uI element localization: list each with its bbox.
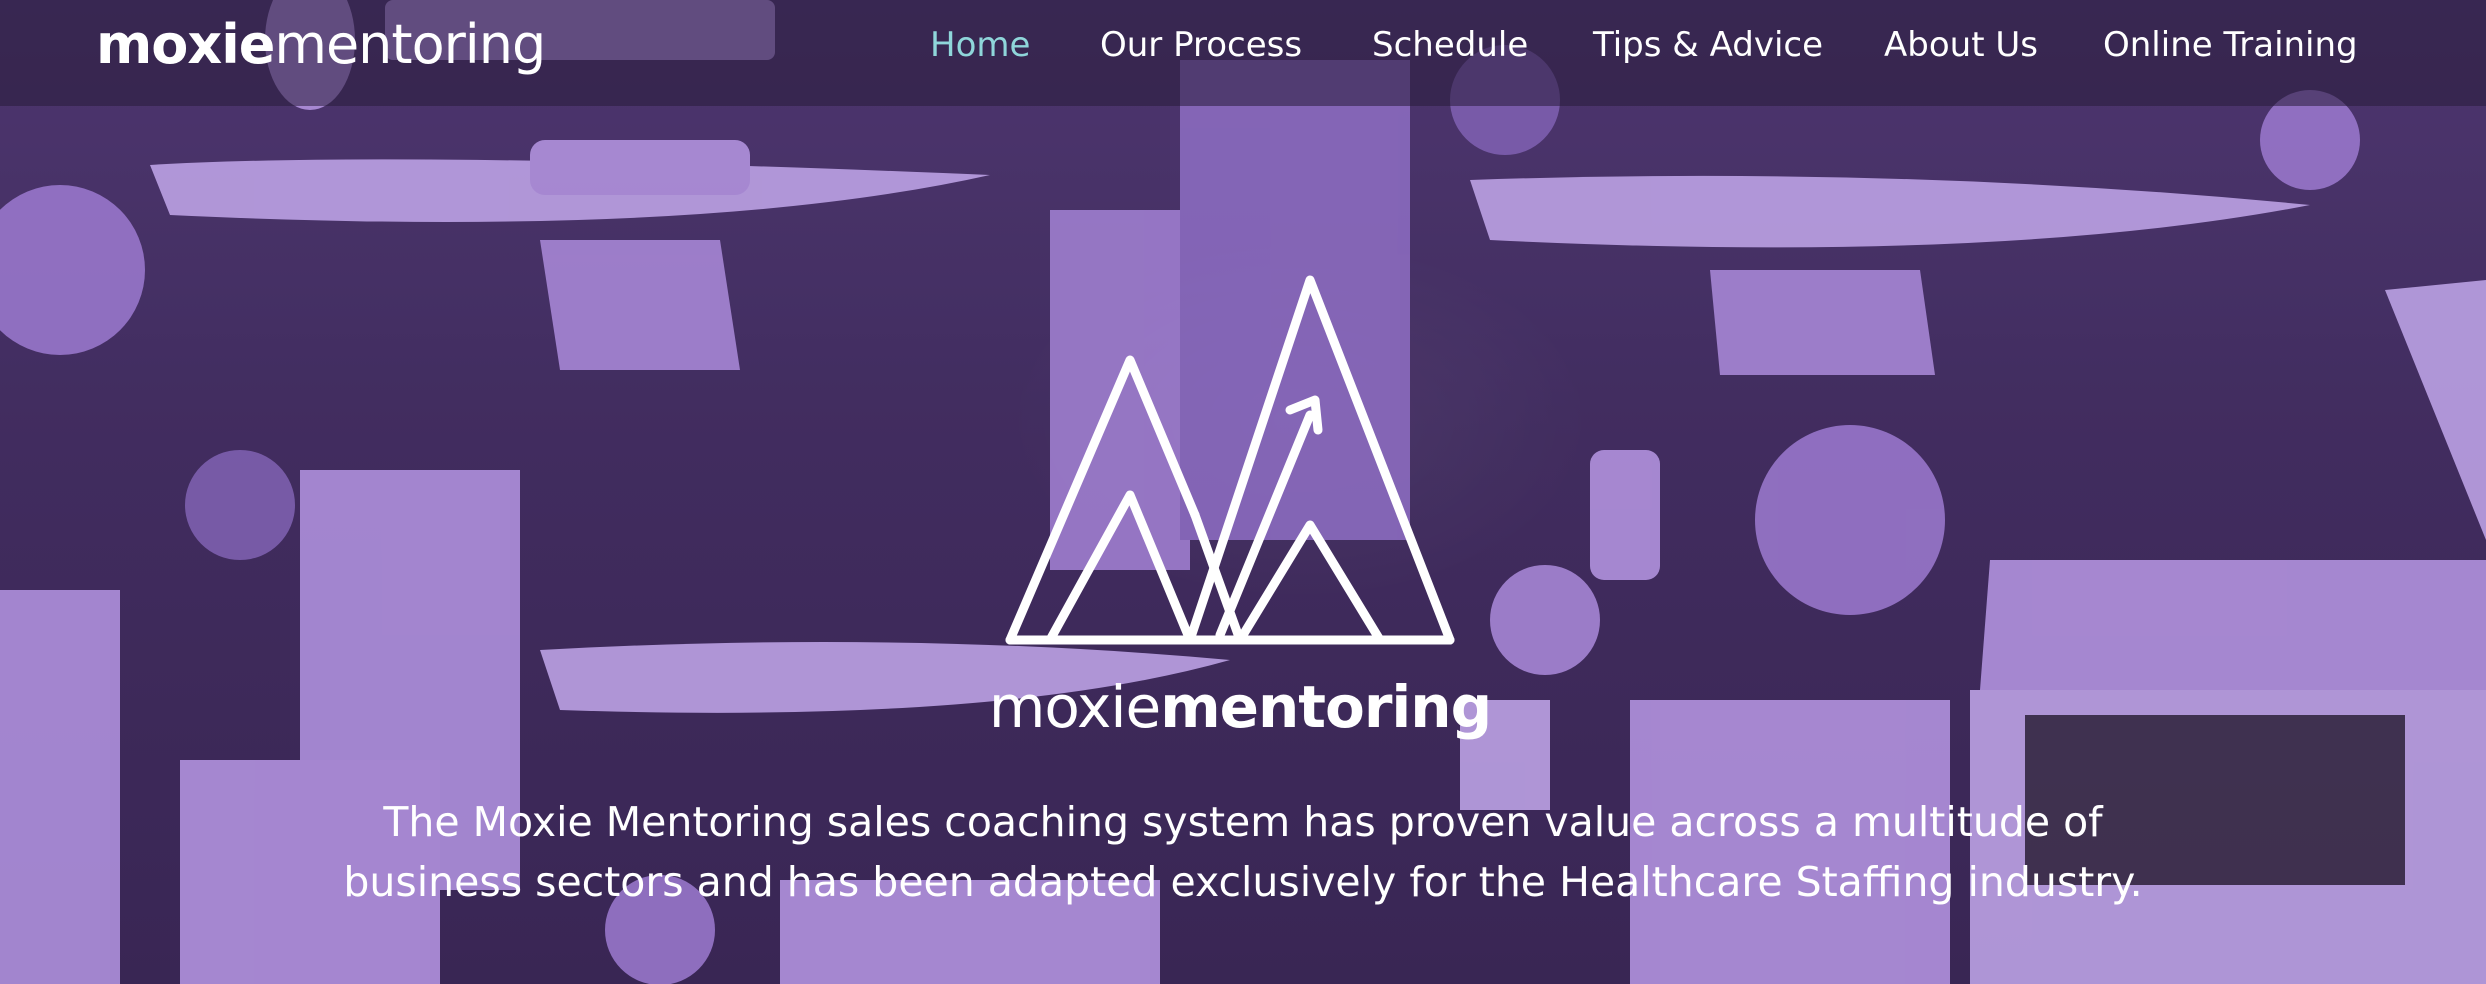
nav-item-schedule[interactable]: Schedule: [1372, 22, 1528, 68]
nav-item-online-training[interactable]: Online Training: [2103, 22, 2358, 68]
main-nav: Home Our Process Schedule Tips & Advice …: [0, 22, 2486, 72]
nav-item-our-process[interactable]: Our Process: [1100, 22, 1302, 68]
mountain-peaks-arrow-icon: [1005, 275, 1455, 645]
tagline-line-1: The Moxie Mentoring sales coaching syste…: [383, 798, 2103, 846]
hero-tagline: The Moxie Mentoring sales coaching syste…: [220, 792, 2266, 912]
nav-item-tips-advice[interactable]: Tips & Advice: [1593, 22, 1823, 68]
nav-item-about-us[interactable]: About Us: [1884, 22, 2038, 68]
hero-word-part1: moxie: [988, 673, 1161, 741]
tagline-line-2: business sectors and has been adapted ex…: [343, 858, 2143, 906]
top-navigation-bar: moxiementoring Home Our Process Schedule…: [0, 0, 2486, 106]
nav-item-home[interactable]: Home: [930, 22, 1030, 68]
hero-word-part2: mentoring: [1160, 673, 1492, 741]
hero-logo-wordmark: moxiementoring: [980, 672, 1500, 742]
